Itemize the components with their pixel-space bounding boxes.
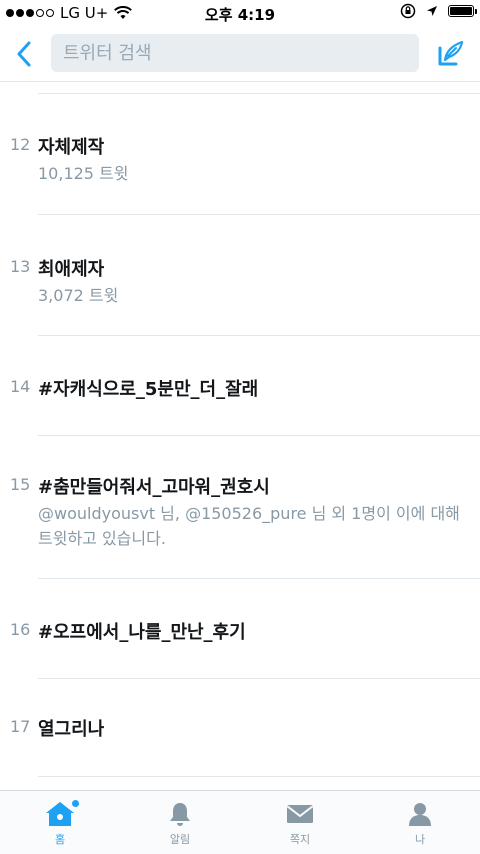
compose-button[interactable] <box>434 36 468 70</box>
divider <box>38 435 480 436</box>
tab-label: 쪽지 <box>289 833 311 846</box>
tab-home[interactable]: 홈 <box>0 791 120 854</box>
trend-title: 자체제작 <box>38 137 105 158</box>
trend-rank: 17 <box>10 717 31 736</box>
trends-list: 12 자체제작 10,125 트윗 13 최애제자 3,072 트윗 14 #자… <box>0 83 480 789</box>
tab-label: 알림 <box>169 833 191 846</box>
status-bar: LG U+ 오후 4:19 <box>0 0 480 28</box>
search-input[interactable] <box>63 42 407 64</box>
chevron-left-icon <box>17 41 31 67</box>
trend-rank: 12 <box>10 135 31 154</box>
divider <box>38 93 480 94</box>
notification-dot <box>72 800 79 807</box>
divider <box>38 678 480 679</box>
divider <box>38 578 480 579</box>
tab-me[interactable]: 나 <box>360 791 480 854</box>
tab-notifications[interactable]: 알림 <box>120 791 240 854</box>
person-icon <box>409 803 431 826</box>
envelope-icon <box>286 805 314 823</box>
home-icon <box>46 802 74 826</box>
back-button[interactable] <box>6 36 42 72</box>
tab-messages[interactable]: 쪽지 <box>240 791 360 854</box>
trend-rank: 15 <box>10 475 31 494</box>
trend-title: #오프에서_나를_만난_후기 <box>38 622 246 643</box>
tab-bar: 홈 알림 쪽지 나 <box>0 790 480 854</box>
divider <box>38 776 480 777</box>
trend-rank: 14 <box>10 377 31 396</box>
trend-rank: 16 <box>10 620 31 639</box>
tab-label: 나 <box>414 833 426 846</box>
divider <box>38 335 480 336</box>
trend-rank: 13 <box>10 257 31 276</box>
trend-title: 최애제자 <box>38 259 105 280</box>
trend-count: 10,125 트윗 <box>38 164 129 183</box>
trend-title: #춤만들어줘서_고마워_권호시 <box>38 477 270 498</box>
header <box>0 28 480 82</box>
trend-title: #자캐식으로_5분만_더_잘래 <box>38 379 259 400</box>
divider <box>38 214 480 215</box>
search-box[interactable] <box>51 34 419 72</box>
status-right <box>400 3 477 19</box>
tab-label: 홈 <box>54 833 66 846</box>
compose-tweet-icon <box>438 40 464 66</box>
bell-icon <box>170 803 190 826</box>
trend-context: @wouldyousvt 님, @150526_pure 님 외 1명이 이에 … <box>38 504 460 548</box>
trend-count: 3,072 트윗 <box>38 286 119 305</box>
location-arrow-icon <box>427 6 437 16</box>
rotation-lock-icon <box>400 3 416 19</box>
trend-title: 열그리나 <box>38 719 105 740</box>
battery-icon <box>448 5 477 17</box>
